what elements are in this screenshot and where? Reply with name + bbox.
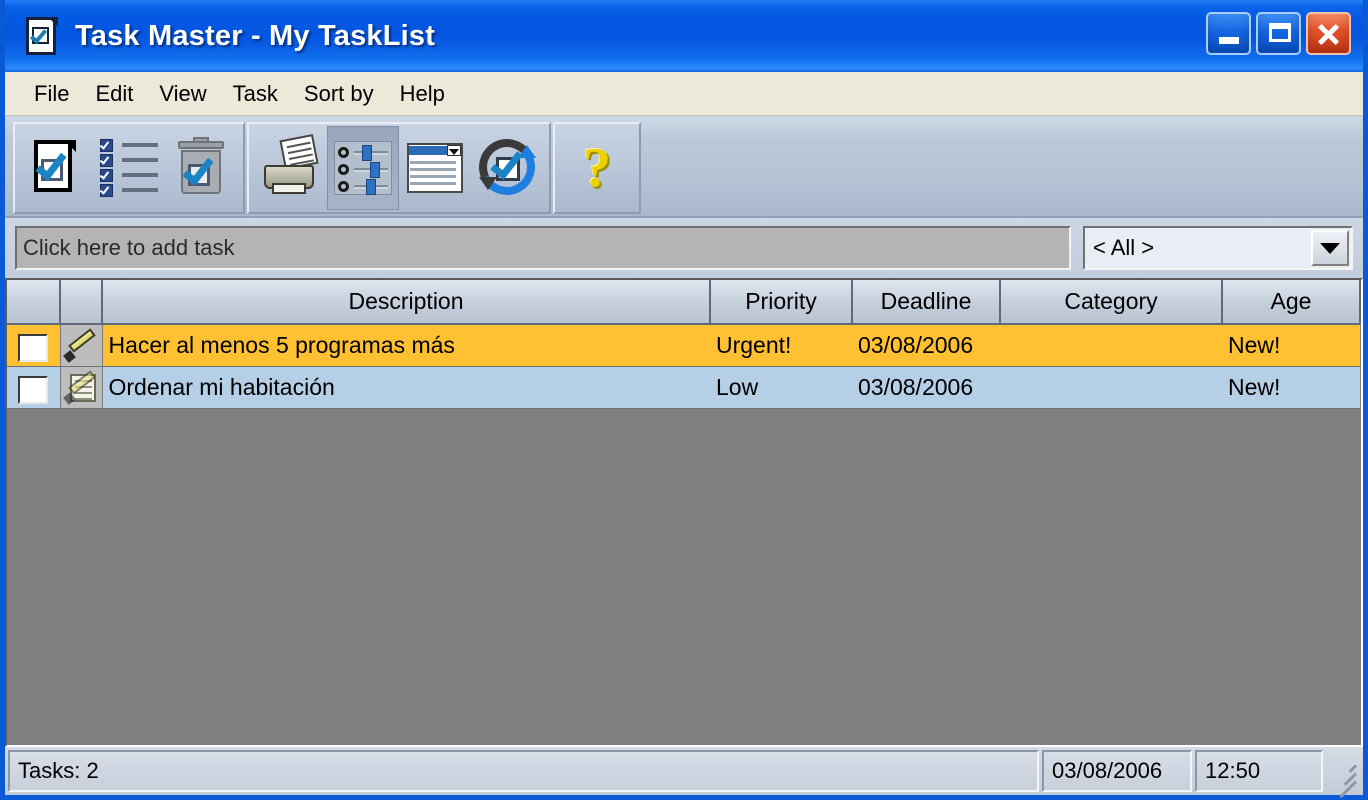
checklist-icon [98, 137, 160, 199]
trash-can-icon [170, 137, 232, 199]
dropdown-view-button[interactable] [399, 126, 471, 210]
sliders-options-icon [332, 137, 394, 199]
new-task-button[interactable] [21, 126, 93, 210]
refresh-check-icon [471, 131, 543, 203]
column-header-priority[interactable]: Priority [710, 280, 853, 325]
menu-bar: File Edit View Task Sort by Help [5, 72, 1363, 116]
dropdown-list-icon [404, 137, 466, 199]
row-checkbox[interactable] [18, 333, 49, 362]
help-button[interactable]: ? [561, 126, 633, 210]
pencil-icon [62, 328, 100, 364]
menu-item-edit[interactable]: Edit [82, 78, 146, 110]
status-bar: Tasks: 2 03/08/2006 12:50 [5, 747, 1363, 799]
task-list[interactable]: Description Priority Deadline Category A… [5, 278, 1363, 747]
add-task-row: Click here to add task < All > [5, 218, 1363, 278]
cell-age[interactable]: New! [1222, 324, 1360, 367]
pencil-note-icon [62, 370, 100, 406]
resize-grip-icon[interactable] [1326, 750, 1360, 799]
row-checkbox-cell[interactable] [7, 366, 61, 409]
task-list-button[interactable] [93, 126, 165, 210]
menu-item-task[interactable]: Task [220, 78, 291, 110]
menu-item-view[interactable]: View [146, 78, 219, 110]
status-date: 03/08/2006 [1042, 750, 1192, 792]
cell-age[interactable]: New! [1222, 366, 1360, 409]
status-task-count: Tasks: 2 [8, 750, 1039, 792]
task-table: Description Priority Deadline Category A… [7, 280, 1361, 409]
table-row[interactable]: Hacer al menos 5 programas más Urgent! 0… [7, 324, 1360, 367]
category-filter-value: < All > [1093, 235, 1155, 260]
column-header-deadline[interactable]: Deadline [852, 280, 1001, 325]
cell-category[interactable] [1000, 366, 1222, 409]
chevron-down-icon[interactable] [1311, 230, 1349, 266]
toolbar-group-tasks [13, 122, 245, 214]
menu-item-sort-by[interactable]: Sort by [291, 78, 387, 110]
close-button[interactable] [1306, 12, 1351, 55]
new-task-document-icon [26, 137, 88, 199]
cell-deadline[interactable]: 03/08/2006 [852, 366, 1000, 409]
window-title: Task Master - My TaskList [75, 19, 436, 52]
row-icon-cell[interactable] [60, 366, 103, 409]
title-bar[interactable]: Task Master - My TaskList [5, 0, 1363, 72]
table-header-row: Description Priority Deadline Category A… [7, 280, 1361, 325]
cell-description[interactable]: Hacer al menos 5 programas más [102, 324, 710, 367]
row-checkbox-cell[interactable] [7, 324, 61, 367]
status-time: 12:50 [1195, 750, 1323, 792]
cell-deadline[interactable]: 03/08/2006 [852, 324, 1000, 367]
options-button[interactable] [327, 126, 399, 210]
category-filter-combobox[interactable]: < All > [1083, 226, 1353, 270]
refresh-button[interactable] [471, 126, 543, 210]
table-row[interactable]: Ordenar mi habitación Low 03/08/2006 New… [7, 366, 1360, 409]
maximize-button[interactable] [1256, 12, 1301, 55]
menu-item-file[interactable]: File [21, 78, 82, 110]
printer-icon [260, 134, 322, 199]
row-checkbox[interactable] [18, 375, 49, 404]
toolbar-group-help: ? [553, 122, 641, 214]
window-controls [1206, 12, 1351, 55]
task-document-icon [23, 15, 61, 57]
toolbar-group-actions [247, 122, 551, 214]
cell-category[interactable] [1000, 324, 1222, 367]
application-window: Task Master - My TaskList File Edit View… [0, 0, 1368, 800]
delete-task-button[interactable] [165, 126, 237, 210]
column-header-description[interactable]: Description [102, 280, 711, 325]
minimize-button[interactable] [1206, 12, 1251, 55]
cell-priority[interactable]: Urgent! [710, 324, 852, 367]
column-header-category[interactable]: Category [1000, 280, 1223, 325]
cell-priority[interactable]: Low [710, 366, 852, 409]
column-header-icon[interactable] [60, 280, 103, 325]
print-button[interactable] [255, 126, 327, 210]
toolbar: ? [5, 116, 1363, 218]
column-header-age[interactable]: Age [1222, 280, 1361, 325]
row-icon-cell[interactable] [60, 324, 103, 367]
column-header-check[interactable] [7, 280, 61, 325]
question-mark-icon: ? [583, 137, 611, 199]
cell-description[interactable]: Ordenar mi habitación [102, 366, 710, 409]
add-task-placeholder: Click here to add task [23, 235, 235, 260]
add-task-input[interactable]: Click here to add task [15, 226, 1071, 270]
menu-item-help[interactable]: Help [387, 78, 458, 110]
